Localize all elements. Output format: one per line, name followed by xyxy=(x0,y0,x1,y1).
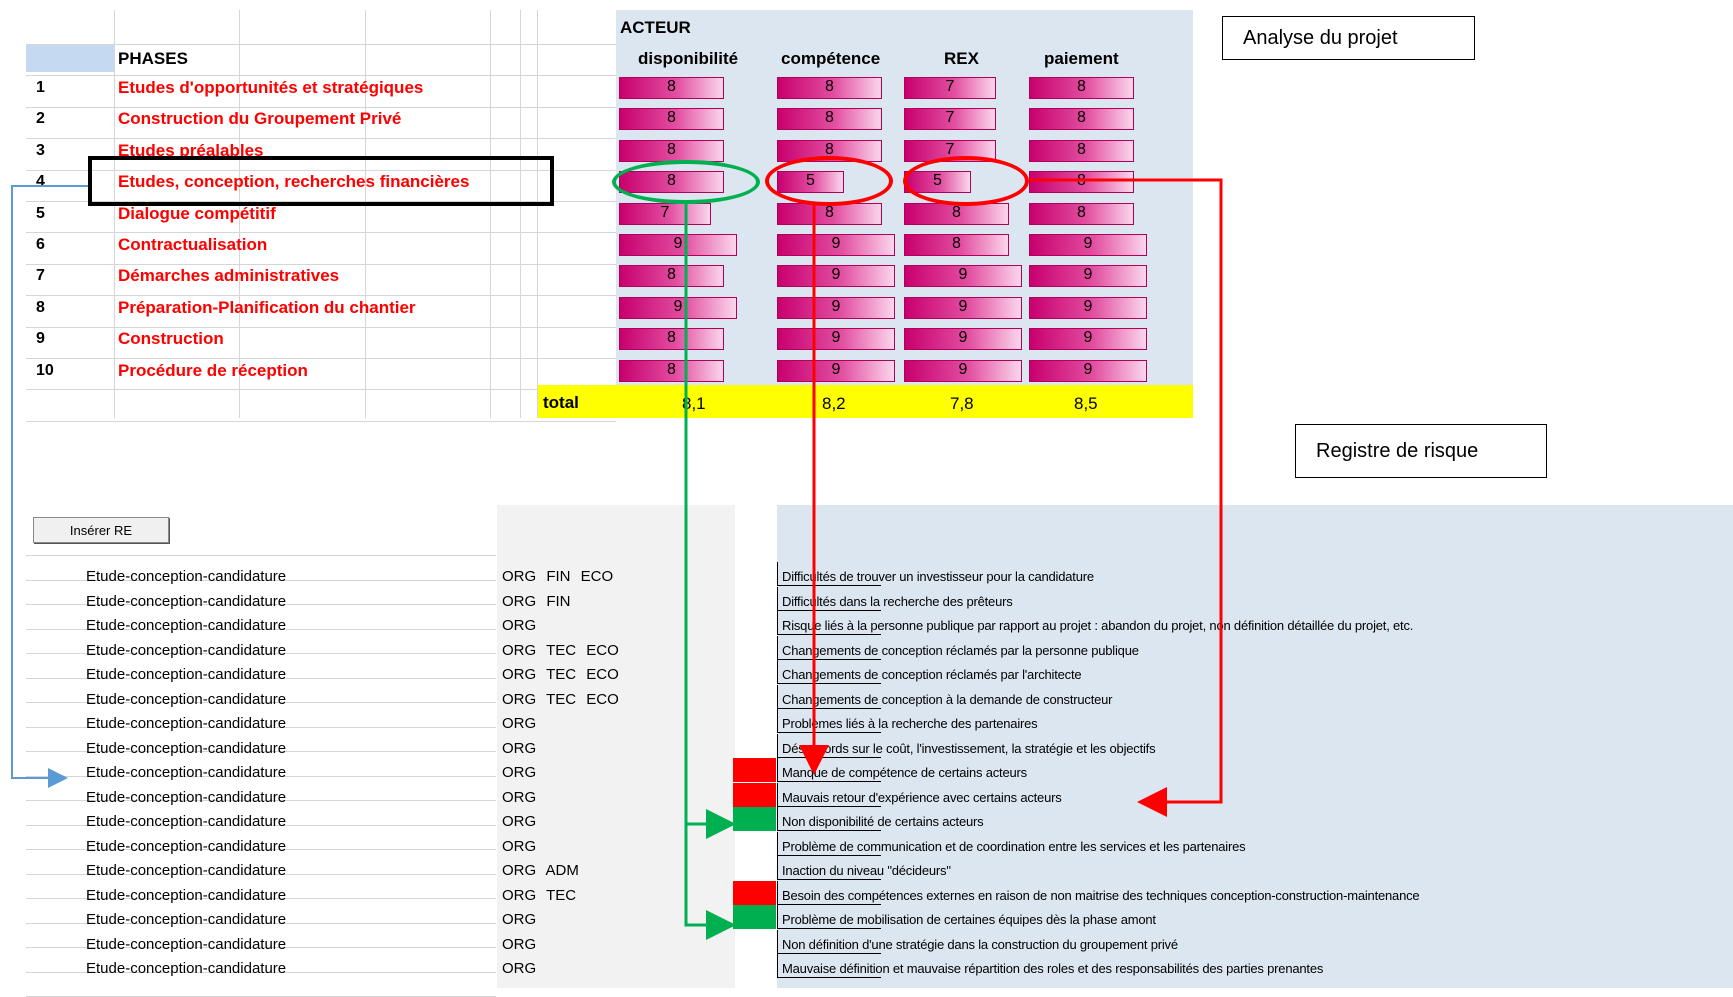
green-arrow-2 xyxy=(684,824,736,940)
blue-arrow xyxy=(11,185,88,788)
green-arrow-1 xyxy=(684,204,736,839)
red-arrow-rex xyxy=(1029,178,1223,817)
arrows-overlay xyxy=(11,178,1223,940)
